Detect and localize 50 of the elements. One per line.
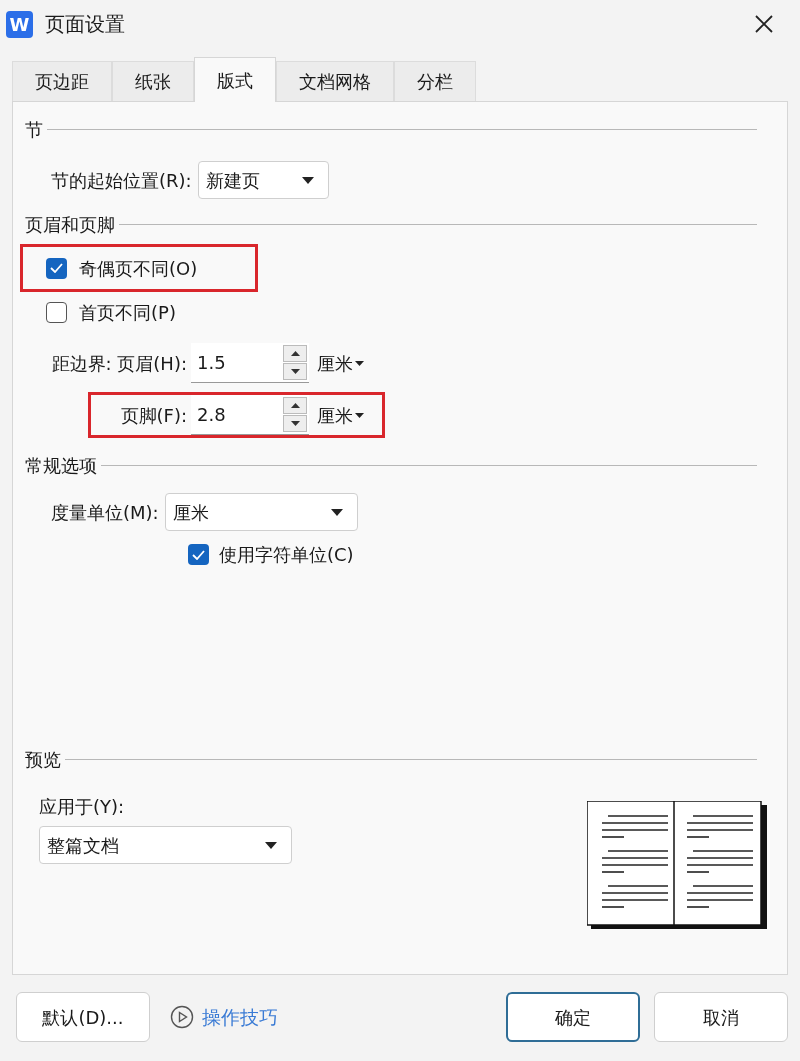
spin-up-button[interactable] [283,345,307,362]
tab[interactable]: 分栏 [394,61,476,101]
tab[interactable]: 页边距 [12,61,112,101]
section-title: 页眉和页脚 [25,213,115,237]
field-label: 应用于(Y): [39,795,126,819]
checkbox[interactable] [188,544,209,565]
tips-link[interactable]: 操作技巧 [202,1002,278,1032]
unit-dropdown[interactable]: 厘米 [317,349,364,377]
tab[interactable]: 文档网格 [276,61,394,101]
dropdown[interactable]: 新建页 [197,161,329,199]
app-logo: W [6,10,33,38]
number-field[interactable]: 2.8 [191,395,309,435]
dropdown[interactable]: 厘米 [164,493,358,531]
caret-icon [355,360,364,366]
close-icon[interactable] [754,14,774,34]
field-label: 节的起始位置(R): [51,168,192,193]
section-title: 预览 [25,748,61,772]
play-icon [170,1005,194,1029]
dialog-button[interactable]: 默认(D)... [16,992,150,1042]
field-label: 页脚(F): [119,403,188,428]
spin-down-button[interactable] [283,415,307,432]
dialog-button[interactable]: 取消 [654,992,788,1042]
checkmark-icon [50,263,63,273]
dropdown[interactable]: 整篇文档 [39,826,292,864]
down-arrow-icon [290,369,300,374]
up-arrow-icon [290,351,300,356]
down-arrow-icon [290,421,300,426]
checkbox-label[interactable]: 奇偶页不同(O) [79,254,198,282]
field-label: 度量单位(M): [51,500,159,525]
window-title: 页面设置 [45,11,125,38]
field-label: 距边界: 页眉(H): [50,351,188,376]
checkbox-label[interactable]: 使用字符单位(C) [219,541,354,568]
spin-up-button[interactable] [283,397,307,414]
tab[interactable]: 版式 [194,57,276,102]
checkbox[interactable] [46,301,67,323]
caret-icon [330,508,343,516]
checkmark-icon [192,549,205,560]
caret-icon [301,176,314,184]
unit-dropdown[interactable]: 厘米 [317,401,364,429]
ok-button[interactable]: 确定 [506,992,640,1042]
spin-down-button[interactable] [283,363,307,380]
section-title: 常规选项 [25,454,97,478]
section-title: 节 [25,118,43,142]
checkbox[interactable] [46,257,67,279]
checkbox-label[interactable]: 首页不同(P) [79,298,176,326]
tab[interactable]: 纸张 [112,61,194,101]
number-field[interactable]: 1.5 [191,343,309,383]
up-arrow-icon [290,403,300,408]
caret-icon [355,412,364,418]
caret-icon [265,841,277,849]
